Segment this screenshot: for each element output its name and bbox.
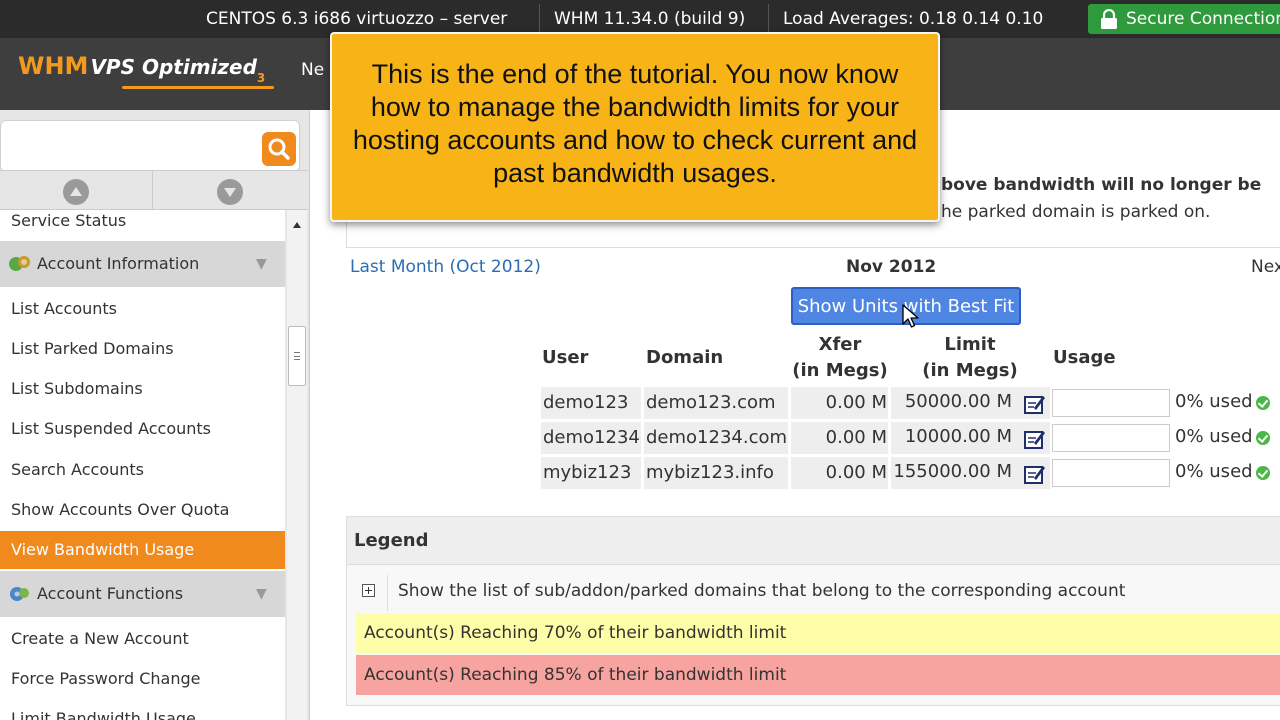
chevron-down-icon: ▼ bbox=[256, 586, 267, 602]
sidebar-group-account-information[interactable]: Account Information ▼ bbox=[0, 241, 285, 287]
column-header-limit-title: Limit bbox=[944, 334, 996, 355]
menu-scroll-down-button[interactable] bbox=[217, 179, 243, 205]
sidebar-menu: Service Status Account Information ▼ Lis… bbox=[0, 210, 285, 720]
mouse-cursor-icon bbox=[902, 304, 919, 328]
column-header-domain: Domain bbox=[646, 347, 724, 368]
sidebar-group-account-functions[interactable]: Account Functions ▼ bbox=[0, 571, 285, 617]
divider bbox=[539, 4, 540, 34]
logo-version-number: 3 bbox=[256, 71, 266, 85]
sidebar-item-list-suspended-accounts[interactable]: List Suspended Accounts bbox=[0, 410, 285, 448]
check-icon bbox=[1256, 431, 1270, 445]
column-header-limit-unit: (in Megs) bbox=[922, 360, 1018, 381]
sidebar: Service Status Account Information ▼ Lis… bbox=[0, 110, 310, 720]
divider bbox=[387, 575, 388, 611]
sidebar-item-create-new-account[interactable]: Create a New Account bbox=[0, 620, 285, 658]
sidebar-item-view-bandwidth-usage[interactable]: View Bandwidth Usage bbox=[0, 531, 285, 569]
expand-icon bbox=[362, 584, 375, 597]
check-icon bbox=[1256, 396, 1270, 410]
tutorial-callout-text: This is the end of the tutorial. You now… bbox=[352, 59, 918, 188]
cell-user: mybiz123 bbox=[543, 462, 632, 483]
column-header-user: User bbox=[542, 347, 589, 368]
legend-85-percent: Account(s) Reaching 85% of their bandwid… bbox=[356, 655, 1280, 695]
legend-panel: Legend Show the list of sub/addon/parked… bbox=[346, 516, 1280, 706]
usage-bar bbox=[1052, 459, 1170, 487]
column-header-xfer-unit: (in Megs) bbox=[792, 360, 888, 381]
edit-limit-icon[interactable] bbox=[1024, 463, 1046, 485]
check-icon bbox=[1256, 466, 1270, 480]
tutorial-callout: This is the end of the tutorial. You now… bbox=[330, 32, 940, 222]
legend-title: Legend bbox=[354, 530, 429, 551]
column-header-xfer-title: Xfer bbox=[818, 334, 862, 355]
secure-connection-badge: Secure Connection bbox=[1088, 4, 1280, 34]
account-information-icon bbox=[9, 256, 30, 271]
arrow-down-icon bbox=[224, 188, 236, 197]
notice-text: he parked domain is parked on. bbox=[941, 202, 1211, 222]
usage-percent: 0% used bbox=[1175, 426, 1253, 447]
cell-limit: 155000.00 M bbox=[893, 461, 1012, 482]
usage-percent: 0% used bbox=[1175, 391, 1253, 412]
next-month-link[interactable]: Nex bbox=[1251, 257, 1280, 277]
arrow-up-icon bbox=[70, 187, 82, 196]
sidebar-item-list-accounts[interactable]: List Accounts bbox=[0, 290, 285, 328]
cell-domain[interactable]: mybiz123.info bbox=[646, 462, 774, 483]
sidebar-group-label: Account Functions bbox=[37, 584, 184, 603]
logo-vps-text: VPS Optimized bbox=[90, 55, 257, 79]
legend-70-percent: Account(s) Reaching 70% of their bandwid… bbox=[356, 613, 1280, 653]
cell-xfer: 0.00 M bbox=[825, 392, 887, 413]
lock-icon bbox=[1101, 9, 1117, 29]
chevron-down-icon: ▼ bbox=[256, 256, 267, 272]
cell-user: demo1234 bbox=[543, 427, 640, 448]
sidebar-item-show-accounts-over-quota[interactable]: Show Accounts Over Quota bbox=[0, 491, 285, 529]
sidebar-item-search-accounts[interactable]: Search Accounts bbox=[0, 451, 285, 489]
legend-expand-description: Show the list of sub/addon/parked domain… bbox=[398, 581, 1126, 601]
sidebar-item-force-password-change[interactable]: Force Password Change bbox=[0, 660, 285, 698]
previous-month-link[interactable]: Last Month (Oct 2012) bbox=[350, 257, 541, 277]
legend-header: Legend bbox=[347, 517, 1280, 565]
sidebar-item-list-subdomains[interactable]: List Subdomains bbox=[0, 370, 285, 408]
usage-bar bbox=[1052, 424, 1170, 452]
divider bbox=[768, 4, 769, 34]
divider bbox=[152, 171, 153, 211]
cell-xfer: 0.00 M bbox=[825, 427, 887, 448]
secure-connection-label: Secure Connection bbox=[1126, 9, 1280, 29]
search-icon bbox=[268, 138, 290, 160]
current-month-label: Nov 2012 bbox=[846, 257, 937, 277]
cell-user: demo123 bbox=[543, 392, 629, 413]
cell-domain[interactable]: demo1234.com bbox=[646, 427, 787, 448]
logo-whm-text: WHM bbox=[18, 52, 89, 80]
scrollbar-thumb[interactable] bbox=[288, 326, 306, 386]
usage-bar bbox=[1052, 389, 1170, 417]
account-functions-icon bbox=[10, 587, 29, 601]
scroll-up-icon[interactable] bbox=[293, 222, 301, 228]
cell-limit: 10000.00 M bbox=[904, 426, 1012, 447]
edit-limit-icon[interactable] bbox=[1024, 428, 1046, 450]
cell-xfer: 0.00 M bbox=[825, 462, 887, 483]
column-header-limit: Limit (in Megs) bbox=[921, 332, 1019, 384]
whm-logo[interactable]: WHM VPS Optimized3 bbox=[18, 52, 274, 89]
cell-domain[interactable]: demo123.com bbox=[646, 392, 776, 413]
usage-percent: 0% used bbox=[1175, 461, 1253, 482]
search-button[interactable] bbox=[262, 132, 296, 166]
logo-swoosh bbox=[122, 86, 274, 89]
grip-icon bbox=[294, 352, 300, 360]
edit-limit-icon[interactable] bbox=[1024, 393, 1046, 415]
column-header-usage: Usage bbox=[1053, 347, 1116, 368]
sidebar-scrollbar[interactable] bbox=[287, 210, 307, 720]
sidebar-item-list-parked-domains[interactable]: List Parked Domains bbox=[0, 330, 285, 368]
sidebar-group-label: Account Information bbox=[37, 254, 200, 273]
notice-text-bold: bove bandwidth will no longer be bbox=[941, 175, 1262, 195]
sidebar-item-service-status[interactable]: Service Status bbox=[0, 210, 285, 240]
menu-scroll-up-button[interactable] bbox=[63, 179, 89, 205]
cell-limit: 50000.00 M bbox=[904, 391, 1012, 412]
search-input[interactable] bbox=[0, 120, 300, 172]
sidebar-search bbox=[0, 120, 300, 172]
header-nav-link[interactable]: Ne bbox=[301, 60, 324, 80]
column-header-xfer: Xfer (in Megs) bbox=[792, 332, 888, 384]
menu-scroll-controls bbox=[0, 170, 308, 211]
sidebar-item-limit-bandwidth-usage[interactable]: Limit Bandwidth Usage bbox=[0, 700, 285, 720]
